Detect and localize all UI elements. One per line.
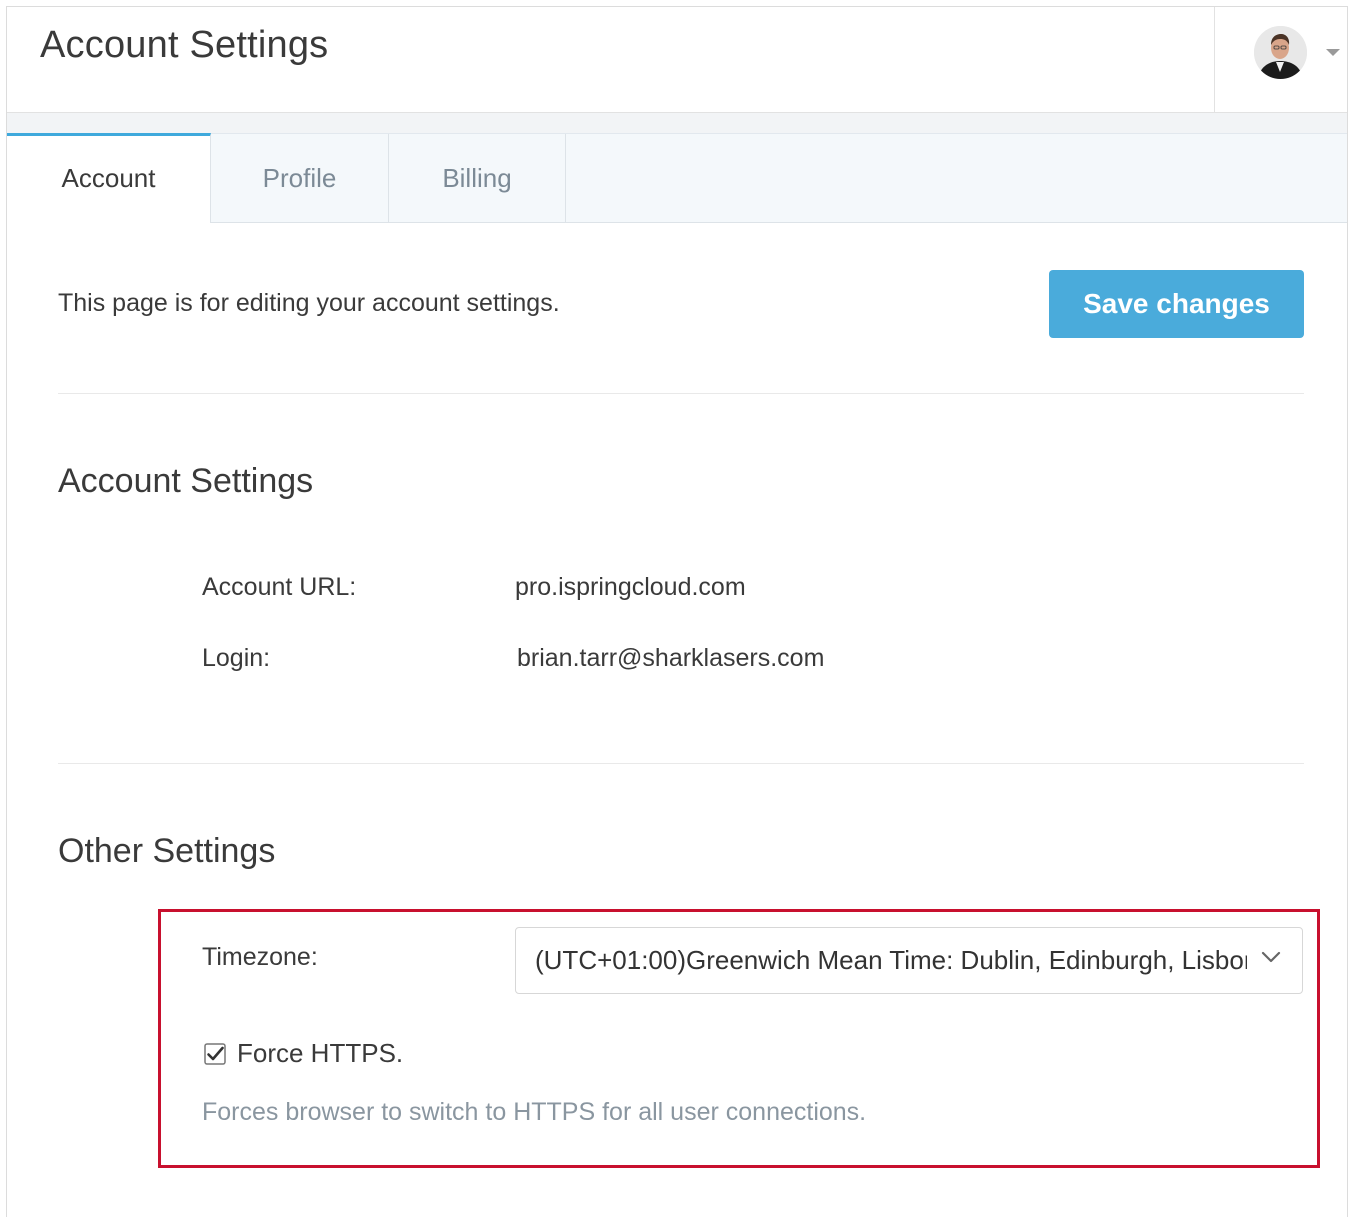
save-changes-button[interactable]: Save changes: [1049, 270, 1304, 338]
page-header: Account Settings: [7, 7, 1347, 113]
user-avatar-image: [1254, 26, 1307, 79]
account-settings-title: Account Settings: [58, 462, 314, 500]
intro-text: This page is for editing your account se…: [58, 289, 560, 317]
login-label: Login:: [202, 644, 271, 672]
header-band: [7, 113, 1347, 133]
tab-billing[interactable]: Billing: [389, 134, 566, 223]
tab-label: Account: [61, 163, 156, 193]
force-https-label[interactable]: Force HTTPS.: [237, 1038, 403, 1069]
timezone-select[interactable]: (UTC+01:00)Greenwich Mean Time: Dublin, …: [515, 927, 1303, 994]
tab-profile[interactable]: Profile: [211, 134, 389, 223]
chevron-down-icon[interactable]: [1326, 49, 1340, 56]
app-window: Account Settings Account Profile Billing…: [6, 6, 1348, 1217]
page-title: Account Settings: [40, 24, 329, 66]
avatar[interactable]: [1254, 26, 1307, 79]
tab-label: Billing: [442, 163, 512, 193]
tab-bar: Account Profile Billing: [7, 133, 1347, 223]
account-url-label: Account URL:: [202, 573, 357, 601]
tab-label: Profile: [262, 163, 337, 193]
other-settings-title: Other Settings: [58, 832, 276, 870]
force-https-help-text: Forces browser to switch to HTTPS for al…: [202, 1098, 867, 1126]
divider: [58, 763, 1304, 764]
chevron-down-icon: [1261, 951, 1281, 963]
user-menu[interactable]: [1214, 7, 1348, 112]
tab-account[interactable]: Account: [7, 133, 211, 223]
timezone-selected-value: (UTC+01:00)Greenwich Mean Time: Dublin, …: [535, 945, 1247, 975]
force-https-checkbox[interactable]: [204, 1043, 226, 1065]
timezone-label: Timezone:: [202, 943, 318, 971]
login-value: brian.tarr@sharklasers.com: [517, 644, 825, 672]
account-url-value: pro.ispringcloud.com: [515, 573, 746, 601]
divider: [58, 393, 1304, 394]
